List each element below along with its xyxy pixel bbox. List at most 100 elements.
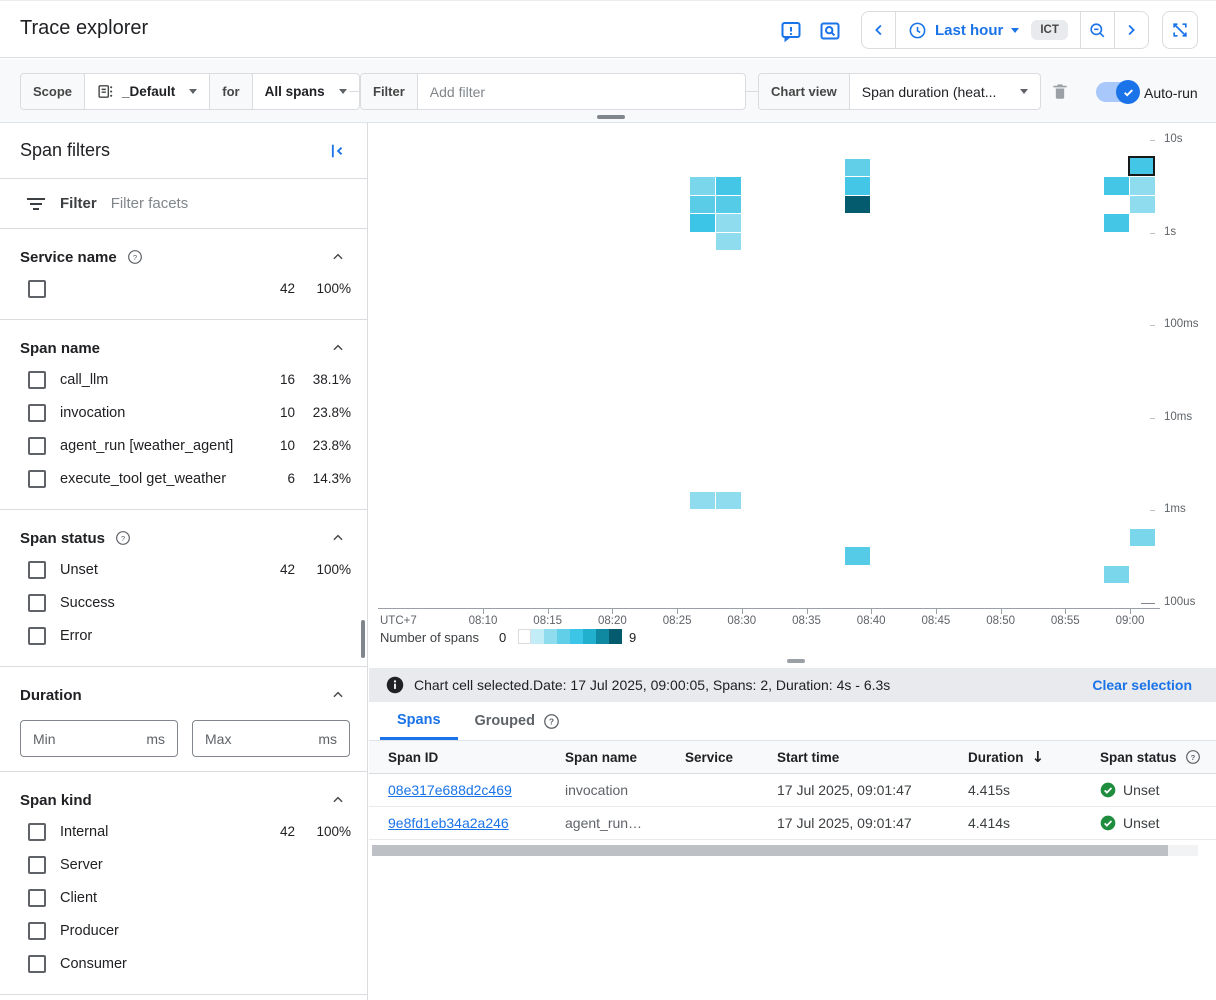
- chevron-up-icon[interactable]: [331, 341, 351, 355]
- checkbox[interactable]: [28, 280, 46, 298]
- results-tabs: Spans Grouped ?: [369, 702, 1216, 740]
- clear-selection-link[interactable]: Clear selection: [1092, 677, 1192, 693]
- checkbox[interactable]: [28, 404, 46, 422]
- heatmap-cell[interactable]: [690, 214, 715, 232]
- add-filter-input[interactable]: [430, 84, 733, 100]
- help-icon[interactable]: ?: [127, 249, 143, 265]
- heatmap-cell-selected[interactable]: [1128, 156, 1155, 176]
- checkbox[interactable]: [28, 594, 46, 612]
- heatmap-cell[interactable]: [690, 492, 715, 510]
- chart-view-dropdown[interactable]: Span duration (heat...: [850, 74, 1040, 109]
- checkbox[interactable]: [28, 823, 46, 841]
- sort-descending-icon[interactable]: ↓: [1032, 748, 1045, 766]
- trash-icon: [1050, 81, 1070, 101]
- filter-list-icon: [26, 197, 46, 211]
- span-filters-header: Span filters: [0, 123, 367, 179]
- chevron-up-icon[interactable]: [331, 793, 351, 807]
- y-axis-label: 1ms: [1164, 503, 1214, 515]
- checkbox[interactable]: [28, 561, 46, 579]
- sidebar-scrollbar-thumb[interactable]: [361, 620, 365, 658]
- search-in-traces-icon[interactable]: [818, 19, 842, 43]
- heatmap-cell[interactable]: [845, 159, 870, 177]
- app-header: Trace explorer Last hour ICT: [0, 0, 1216, 58]
- panel-resize-handle[interactable]: [597, 115, 625, 119]
- x-axis-label: 09:00: [1106, 615, 1154, 627]
- heatmap-cell[interactable]: [1130, 529, 1155, 547]
- heatmap-cell[interactable]: [716, 214, 741, 232]
- heatmap-cell[interactable]: [845, 547, 870, 565]
- heatmap-cell[interactable]: [716, 233, 741, 251]
- for-label: for: [210, 74, 252, 109]
- facet-count: 16: [253, 372, 295, 387]
- span-filters-panel: Span filters Filter Filter facets Servic…: [0, 123, 368, 1000]
- heatmap-cell[interactable]: [1104, 214, 1129, 232]
- span-id-link[interactable]: 08e317e688d2c469: [388, 782, 565, 798]
- horizontal-scrollbar-thumb[interactable]: [372, 845, 1168, 856]
- table-row: 08e317e688d2c469invocation17 Jul 2025, 0…: [369, 774, 1216, 807]
- auto-run-toggle[interactable]: [1096, 82, 1138, 102]
- checkbox[interactable]: [28, 856, 46, 874]
- feedback-icon[interactable]: [779, 19, 803, 43]
- heatmap-cell[interactable]: [716, 196, 741, 214]
- heatmap-cell[interactable]: [1104, 177, 1129, 195]
- help-icon[interactable]: ?: [1185, 749, 1201, 765]
- legend-swatch: [570, 629, 583, 644]
- chevron-up-icon[interactable]: [331, 531, 351, 545]
- heatmap-cell[interactable]: [1130, 177, 1155, 195]
- tab-grouped[interactable]: Grouped ?: [458, 702, 577, 740]
- all-spans-dropdown[interactable]: All spans: [253, 74, 359, 109]
- help-icon[interactable]: ?: [543, 713, 560, 730]
- column-header-duration[interactable]: Duration↓: [968, 748, 1100, 766]
- checkbox[interactable]: [28, 922, 46, 940]
- heatmap-cell[interactable]: [690, 177, 715, 195]
- x-axis-tick: [1065, 608, 1066, 614]
- span-id-link[interactable]: 9e8fd1eb34a2a246: [388, 815, 565, 831]
- checkbox[interactable]: [28, 889, 46, 907]
- zoom-out-time-button[interactable]: [1081, 12, 1114, 48]
- column-header-label: Span name: [565, 750, 637, 765]
- time-back-button[interactable]: [862, 12, 895, 48]
- collapse-panel-button[interactable]: [327, 141, 347, 161]
- heatmap-cell[interactable]: [1130, 196, 1155, 214]
- facet-label: Client: [60, 890, 253, 906]
- scope-dropdown[interactable]: _Default: [85, 74, 210, 109]
- tab-spans[interactable]: Spans: [380, 702, 458, 740]
- horizontal-scrollbar[interactable]: [372, 845, 1198, 856]
- facet-filter-input[interactable]: Filter facets: [111, 195, 189, 212]
- checkbox[interactable]: [28, 437, 46, 455]
- column-header-service[interactable]: Service: [685, 750, 777, 765]
- checkbox[interactable]: [28, 371, 46, 389]
- column-header-span_name[interactable]: Span name: [565, 750, 685, 765]
- facet-row: 42100%: [20, 272, 351, 305]
- heatmap-cell[interactable]: [716, 492, 741, 510]
- facet-row: invocation1023.8%: [20, 396, 351, 429]
- x-axis-tick: [807, 608, 808, 614]
- section-title: Service name: [20, 249, 117, 266]
- duration-min-input[interactable]: [21, 731, 121, 747]
- status-label: Unset: [1123, 815, 1160, 831]
- delete-chart-button[interactable]: [1050, 81, 1070, 106]
- panel-resize-handle[interactable]: [787, 659, 805, 663]
- chevron-up-icon[interactable]: [331, 250, 351, 264]
- heatmap-cell[interactable]: [1104, 566, 1129, 584]
- column-header-span_status[interactable]: Span status?: [1100, 749, 1216, 765]
- heatmap-cell[interactable]: [845, 196, 870, 214]
- time-range-dropdown[interactable]: Last hour ICT: [896, 12, 1080, 48]
- heatmap-cell[interactable]: [716, 177, 741, 195]
- checkbox[interactable]: [28, 955, 46, 973]
- help-icon[interactable]: ?: [115, 530, 131, 546]
- spans-table-header: Span ID Span name ServiceStart timeDuratio…: [369, 740, 1216, 774]
- facet-percent: 100%: [295, 281, 351, 296]
- column-header-span_id[interactable]: Span ID: [388, 750, 565, 765]
- heatmap-cell[interactable]: [690, 196, 715, 214]
- column-header-start_time[interactable]: Start time: [777, 750, 968, 765]
- checkbox[interactable]: [28, 470, 46, 488]
- chevron-up-icon[interactable]: [331, 688, 351, 702]
- column-header-label: Span ID: [388, 750, 438, 765]
- checkbox[interactable]: [28, 627, 46, 645]
- duration-max-input[interactable]: [193, 731, 293, 747]
- time-forward-button[interactable]: [1115, 12, 1148, 48]
- facet-count: 42: [253, 824, 295, 839]
- zoom-selection-disabled-button[interactable]: [1162, 11, 1198, 49]
- heatmap-cell[interactable]: [845, 177, 870, 195]
